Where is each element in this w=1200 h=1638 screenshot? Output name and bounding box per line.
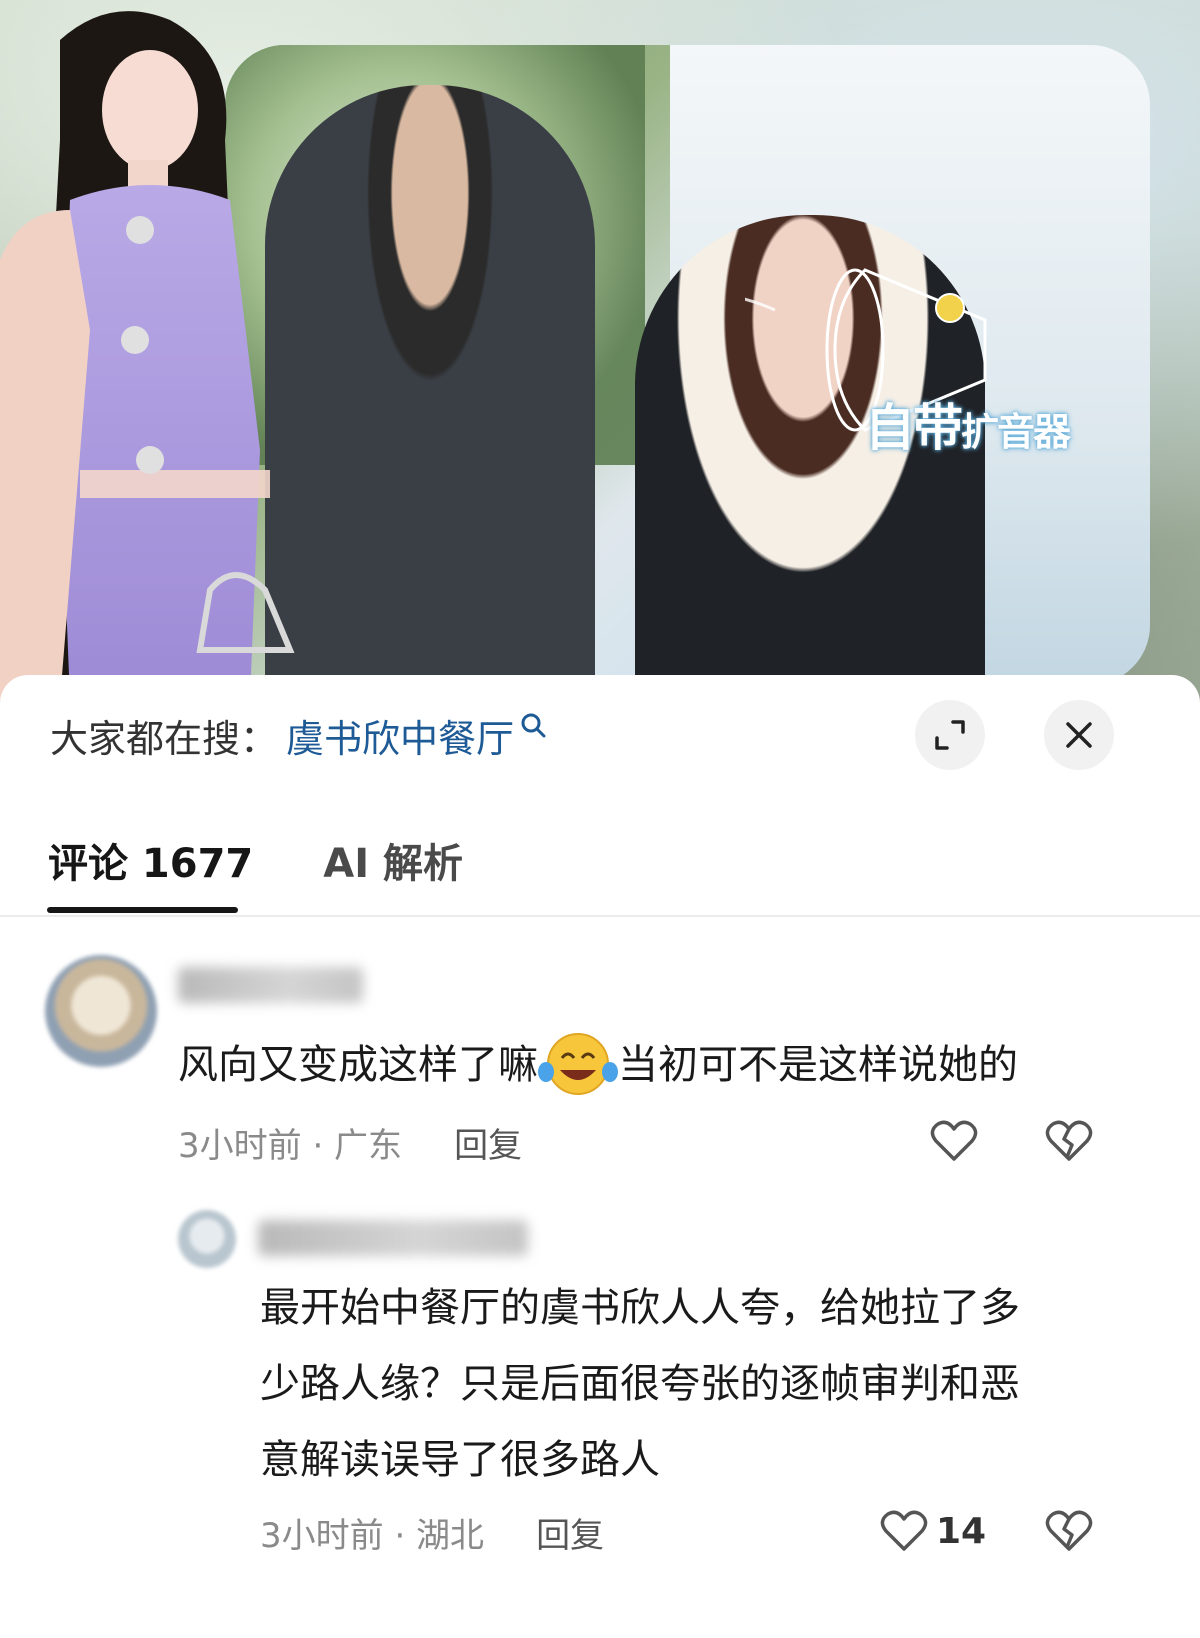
video-clip-frame xyxy=(225,45,1150,685)
heart-icon xyxy=(880,1510,928,1551)
comment-time-location: 3小时前 · 广东 xyxy=(178,1125,403,1166)
reply-time-location: 3小时前 · 湖北 xyxy=(260,1515,485,1556)
broken-heart-icon[interactable] xyxy=(1045,1509,1093,1553)
like-button[interactable] xyxy=(930,1119,978,1163)
comment-meta: 3小时前 · 广东 回复 xyxy=(178,1118,522,1167)
video-caption: 自带扩音器 xyxy=(865,388,1071,460)
reply-button[interactable]: 回复 xyxy=(454,1118,522,1167)
caption-line1: 自带 xyxy=(865,399,963,457)
tab-comments[interactable]: 评论 1677 xyxy=(48,831,253,889)
caption-line2: 扩音器 xyxy=(961,410,1071,454)
username-blurred[interactable] xyxy=(258,1220,528,1256)
tab-divider xyxy=(0,915,1200,917)
avatar[interactable] xyxy=(45,955,157,1067)
trending-search-link[interactable]: 虞书欣中餐厅 xyxy=(286,708,514,763)
avatar[interactable] xyxy=(178,1210,236,1268)
like-button[interactable]: 14 xyxy=(880,1509,986,1553)
comment-text: 风向又变成这样了嘛 当初可不是这样说她的 xyxy=(178,1027,1018,1103)
tab-ai-analysis[interactable]: AI 解析 xyxy=(323,831,463,889)
video-player[interactable]: 自带扩音器 xyxy=(0,0,1200,720)
broken-heart-icon[interactable] xyxy=(1045,1119,1093,1163)
reply-meta: 3小时前 · 湖北 回复 xyxy=(260,1508,604,1557)
reply-text-line1: 最开始中餐厅的虞书欣人人夸，给她拉了多 xyxy=(260,1285,1020,1331)
model-cutout-image xyxy=(0,11,295,700)
comment-text-part2: 当初可不是这样说她的 xyxy=(618,1042,1018,1088)
like-count: 14 xyxy=(936,1510,987,1552)
trending-search-label: 大家都在搜： xyxy=(50,716,279,761)
username-blurred[interactable] xyxy=(178,967,363,1003)
reply-text-line2: 少路人缘？只是后面很夸张的逐帧审判和恶 xyxy=(260,1361,1020,1407)
laughing-crying-emoji-icon xyxy=(538,1033,618,1095)
comment-text-part1: 风向又变成这样了嘛 xyxy=(178,1042,538,1088)
tab-bar: 评论 1677 AI 解析 xyxy=(48,825,533,895)
comment-sheet: 大家都在搜： 虞书欣中餐厅 评论 1677 AI 解析 风向又变成这样了嘛 当初… xyxy=(0,675,1200,1638)
active-tab-indicator xyxy=(47,907,238,913)
expand-icon xyxy=(935,720,965,750)
trending-search: 大家都在搜： 虞书欣中餐厅 xyxy=(50,705,546,765)
search-icon[interactable] xyxy=(520,712,546,738)
close-icon xyxy=(1066,722,1092,748)
close-button[interactable] xyxy=(1044,700,1114,770)
reply-text: 最开始中餐厅的虞书欣人人夸，给她拉了多 少路人缘？只是后面很夸张的逐帧审判和恶 … xyxy=(260,1270,1020,1498)
heart-icon xyxy=(930,1120,978,1161)
reply-button[interactable]: 回复 xyxy=(536,1508,604,1557)
expand-button[interactable] xyxy=(915,700,985,770)
reply-text-line3: 意解读误导了很多路人 xyxy=(260,1437,660,1483)
